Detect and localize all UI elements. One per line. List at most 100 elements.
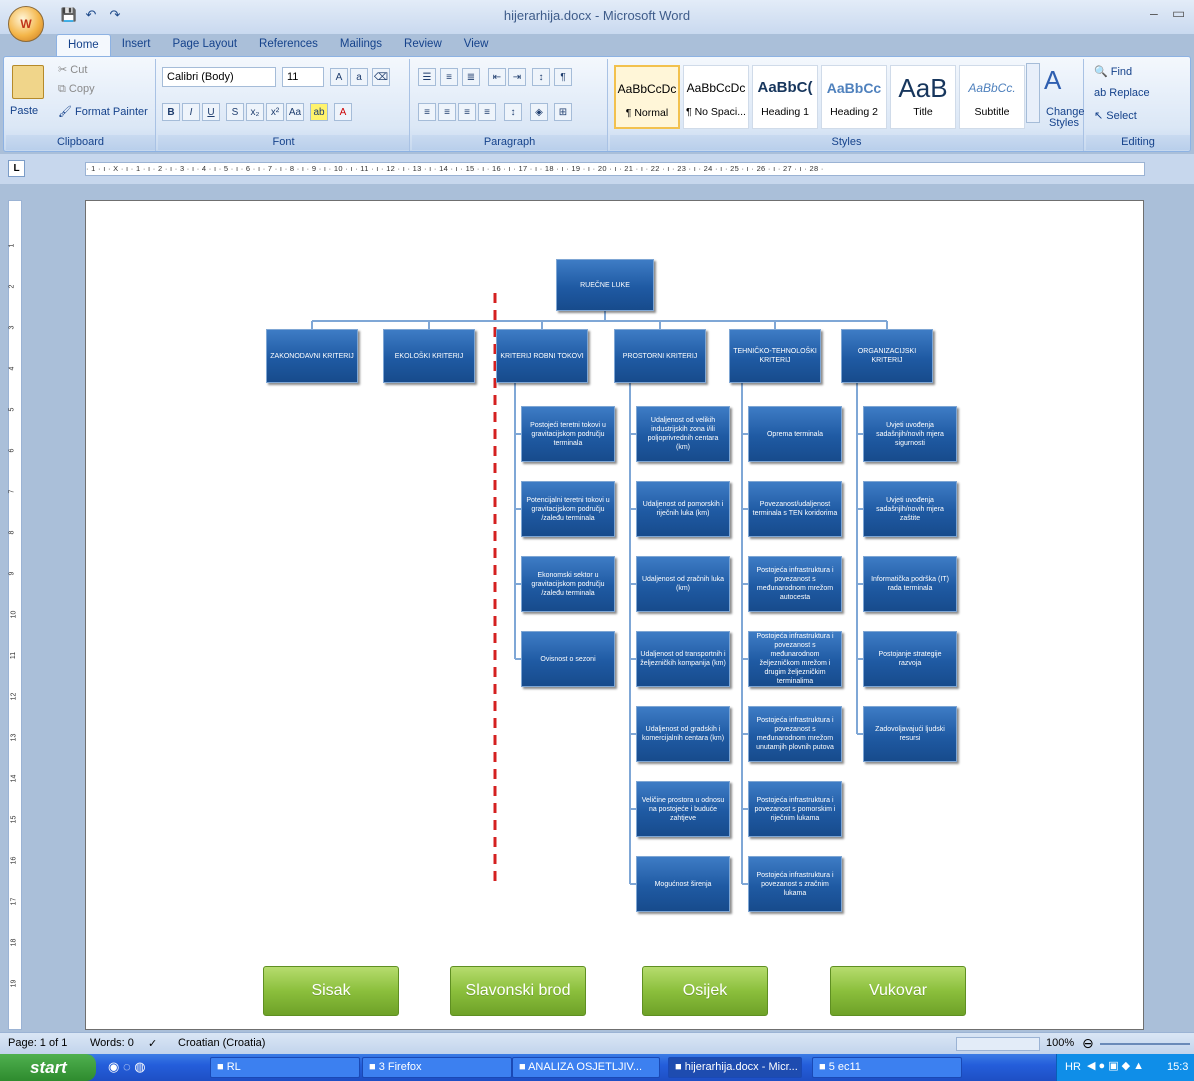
shrink-font-icon[interactable]: a <box>350 68 368 86</box>
pilcrow-icon[interactable]: ¶ <box>554 68 572 86</box>
line-spacing-icon[interactable]: ↕ <box>504 103 522 121</box>
tab-review[interactable]: Review <box>393 34 453 56</box>
style-subtitle[interactable]: AaBbCc. Subtitle <box>959 65 1025 129</box>
subcriterion-node[interactable]: Udaljenost od transportnih i željeznički… <box>636 631 730 687</box>
tab-references[interactable]: References <box>248 34 329 56</box>
page-count[interactable]: Page: 1 of 1 <box>8 1037 67 1049</box>
multilevel-list-icon[interactable]: ≣ <box>462 68 480 86</box>
subcriterion-node[interactable]: Oprema terminala <box>748 406 842 462</box>
format-painter-button[interactable]: 🖌 Format Painter <box>58 105 148 118</box>
taskbar-item[interactable]: ■ 5 ec11 <box>812 1057 962 1078</box>
vertical-ruler[interactable]: 1 2 3 4 5 6 7 8 9 10 11 12 13 14 15 16 17 18 19 <box>8 200 22 1030</box>
align-right-icon[interactable]: ≡ <box>458 103 476 121</box>
subcriterion-node[interactable]: Postojeća infrastruktura i povezanost s … <box>748 631 842 687</box>
style-no-spaci[interactable]: AaBbCcDc ¶ No Spaci... <box>683 65 749 129</box>
criterion-node[interactable]: ZAKONODAVNI KRITERIJ <box>266 329 358 383</box>
subcriterion-node[interactable]: Postojeća infrastruktura i povezanost s … <box>748 781 842 837</box>
taskbar-item[interactable]: ■ 3 Firefox <box>362 1057 512 1078</box>
tab-mailings[interactable]: Mailings <box>329 34 393 56</box>
criterion-node[interactable]: EKOLOŠKI KRITERIJ <box>383 329 475 383</box>
tab-home[interactable]: Home <box>56 34 111 56</box>
subcriterion-node[interactable]: Postojanje strategije razvoja <box>863 631 957 687</box>
zoom-out-icon[interactable]: ⊖ <box>1082 1035 1094 1052</box>
subcriterion-node[interactable]: Udaljenost od velikih industrijskih zona… <box>636 406 730 462</box>
font-size-combo[interactable]: 11 <box>282 67 324 87</box>
justify-icon[interactable]: ≡ <box>478 103 496 121</box>
subcriterion-node[interactable]: Povezanost/udaljenost terminala s TEN ko… <box>748 481 842 537</box>
criterion-node[interactable]: KRITERIJ ROBNI TOKOVI <box>496 329 588 383</box>
subcriterion-node[interactable]: Postojeća infrastruktura i povezanost s … <box>748 706 842 762</box>
zoom-level[interactable]: 100% <box>1046 1037 1074 1049</box>
subcriterion-node[interactable]: Veličine prostora u odnosu na postojeće … <box>636 781 730 837</box>
criterion-node[interactable]: PROSTORNI KRITERIJ <box>614 329 706 383</box>
criterion-node[interactable]: TEHNIČKO-TEHNOLOŠKI KRITERIJ <box>729 329 821 383</box>
replace-button[interactable]: ab Replace <box>1094 87 1150 99</box>
underline-icon[interactable]: U <box>202 103 220 121</box>
tab-page-layout[interactable]: Page Layout <box>161 34 248 56</box>
tray-icons[interactable]: ◀ ● ▣ ◆ ▲ <box>1087 1059 1144 1072</box>
change-styles-button[interactable]: Change Styles <box>1046 107 1085 129</box>
grow-font-icon[interactable]: A <box>330 68 348 86</box>
subcriterion-node[interactable]: Zadovoljavajući ljudski resursi <box>863 706 957 762</box>
superscript-icon[interactable]: x² <box>266 103 284 121</box>
subcriterion-node[interactable]: Udaljenost od zračnih luka (km) <box>636 556 730 612</box>
root-node[interactable]: RUEČNE LUKE <box>556 259 654 311</box>
subcriterion-node[interactable]: Ekonomski sektor u gravitacijskom područ… <box>521 556 615 612</box>
criterion-node[interactable]: ORGANIZACIJSKI KRITERIJ <box>841 329 933 383</box>
minimize-button[interactable]: – <box>1150 5 1158 21</box>
numbering-icon[interactable]: ≡ <box>440 68 458 86</box>
city-slavonski-brod[interactable]: Slavonski brod <box>450 966 586 1016</box>
font-color-icon[interactable]: A <box>334 103 352 121</box>
bullets-icon[interactable]: ☰ <box>418 68 436 86</box>
subcriterion-node[interactable]: Postojeća infrastruktura i povezanost s … <box>748 556 842 612</box>
cut-button[interactable]: ✂ Cut <box>58 63 87 76</box>
subcriterion-node[interactable]: Udaljenost od pomorskih i riječnih luka … <box>636 481 730 537</box>
language-indicator[interactable]: Croatian (Croatia) <box>178 1037 265 1049</box>
subcriterion-node[interactable]: Ovisnost o sezoni <box>521 631 615 687</box>
find-button[interactable]: 🔍 Find <box>1094 65 1132 78</box>
city-sisak[interactable]: Sisak <box>263 966 399 1016</box>
horizontal-ruler[interactable]: · 1 · ı · X · ı · 1 · ı · 2 · ı · 3 · ı … <box>85 162 1145 176</box>
highlight-icon[interactable]: ab <box>310 103 328 121</box>
taskbar-item[interactable]: ■ ANALIZA OSJETLJIV... <box>512 1057 660 1078</box>
subcriterion-node[interactable]: Postojeći teretni tokovi u gravitacijsko… <box>521 406 615 462</box>
style-heading-2[interactable]: AaBbCc Heading 2 <box>821 65 887 129</box>
style-title[interactable]: AaB Title <box>890 65 956 129</box>
zoom-slider[interactable] <box>1100 1043 1190 1045</box>
view-buttons[interactable] <box>956 1037 1040 1051</box>
shading-icon[interactable]: ◈ <box>530 103 548 121</box>
borders-icon[interactable]: ⊞ <box>554 103 572 121</box>
city-vukovar[interactable]: Vukovar <box>830 966 966 1016</box>
sort-icon[interactable]: ↕ <box>532 68 550 86</box>
language-tray[interactable]: HR <box>1065 1061 1081 1073</box>
city-osijek[interactable]: Osijek <box>642 966 768 1016</box>
word-count[interactable]: Words: 0 <box>90 1037 134 1049</box>
document-page[interactable]: RUEČNE LUKE ZAKONODAVNI KRITERIJ EKOLOŠKI … <box>85 200 1144 1030</box>
subcriterion-node[interactable]: Udaljenost od gradskih i komercijalnih c… <box>636 706 730 762</box>
styles-scroll[interactable] <box>1026 63 1040 123</box>
subcriterion-node[interactable]: Mogućnost širenja <box>636 856 730 912</box>
subcriterion-node[interactable]: Uvjeti uvođenja sadašnjih/novih mjera za… <box>863 481 957 537</box>
align-center-icon[interactable]: ≡ <box>438 103 456 121</box>
tab-view[interactable]: View <box>453 34 500 56</box>
subcriterion-node[interactable]: Informatička podrška (IT) rada terminala <box>863 556 957 612</box>
italic-icon[interactable]: I <box>182 103 200 121</box>
office-button[interactable]: W <box>8 6 44 42</box>
align-left-icon[interactable]: ≡ <box>418 103 436 121</box>
style-normal[interactable]: AaBbCcDc ¶ Normal <box>614 65 680 129</box>
subcriterion-node[interactable]: Postojeća infrastruktura i povezanost s … <box>748 856 842 912</box>
start-button[interactable]: start <box>0 1054 96 1081</box>
change-styles-icon[interactable]: A <box>1044 65 1061 96</box>
tab-insert[interactable]: Insert <box>111 34 162 56</box>
change-case-icon[interactable]: Aa <box>286 103 304 121</box>
select-button[interactable]: ↖ Select <box>1094 109 1137 122</box>
font-family-combo[interactable]: Calibri (Body) <box>162 67 276 87</box>
tab-selector[interactable]: L <box>8 160 25 177</box>
style-heading-1[interactable]: AaBbC(Heading 1 <box>752 65 818 129</box>
strikethrough-icon[interactable]: S <box>226 103 244 121</box>
bold-icon[interactable]: B <box>162 103 180 121</box>
clear-format-icon[interactable]: ⌫ <box>372 68 390 86</box>
increase-indent-icon[interactable]: ⇥ <box>508 68 526 86</box>
subscript-icon[interactable]: x₂ <box>246 103 264 121</box>
copy-button[interactable]: ⧉ Copy <box>58 83 95 96</box>
